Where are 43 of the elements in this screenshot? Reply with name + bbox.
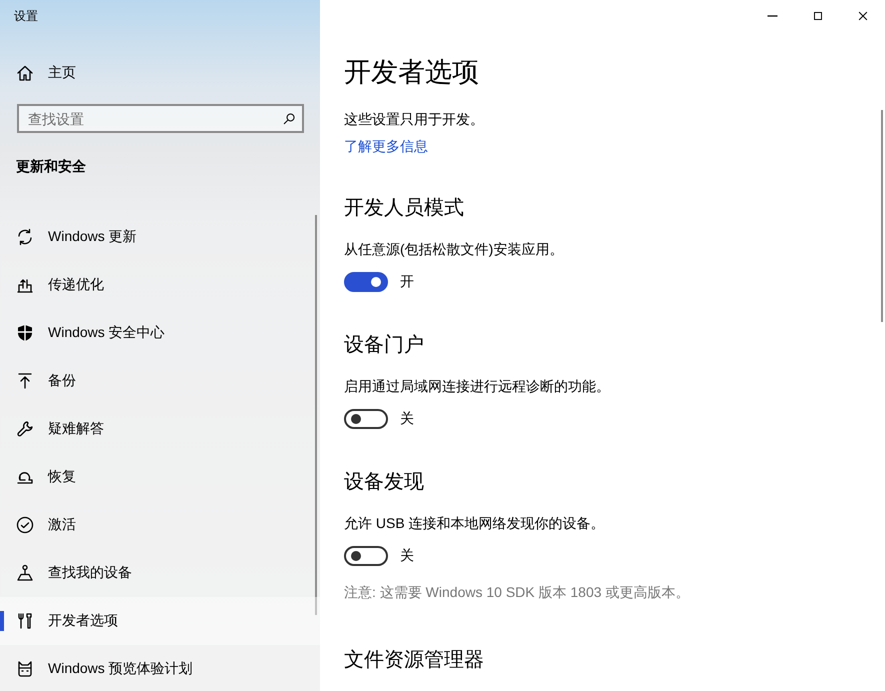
note-text: 注意: 这需要 Windows 10 SDK 版本 1803 或更高版本。 [344, 583, 690, 602]
minimize-icon [767, 15, 778, 17]
toggle-switch[interactable] [344, 409, 388, 429]
section-description: 允许 USB 连接和本地网络发现你的设备。 [344, 514, 606, 533]
nav-item[interactable]: 恢复 [0, 453, 320, 501]
search-field[interactable]: 查找设置 [17, 104, 304, 133]
section-heading: 设备发现 [344, 470, 425, 495]
section-heading: 设备门户 [344, 333, 425, 358]
nav-item[interactable]: Windows 更新 [0, 213, 320, 261]
wrench-icon [16, 420, 34, 438]
toggle-switch[interactable] [344, 546, 388, 566]
check-circle-icon [16, 516, 34, 534]
page-title: 开发者选项 [344, 56, 480, 89]
section-heading: 开发人员模式 [344, 196, 465, 221]
learn-more-link[interactable]: 了解更多信息 [344, 136, 428, 156]
toggle-state-label: 关 [400, 410, 414, 428]
person-pin-icon [16, 564, 34, 582]
nav-item[interactable]: 备份 [0, 357, 320, 405]
nav-item[interactable]: 疑难解答 [0, 405, 320, 453]
section-description: 从任意源(包括松散文件)安装应用。 [344, 240, 564, 259]
cat-face-icon [16, 660, 34, 678]
nav-item[interactable]: 激活 [0, 501, 320, 549]
nav-item[interactable]: 传递优化 [0, 261, 320, 309]
search-icon [282, 112, 296, 126]
nav-item[interactable]: 开发者选项 [0, 597, 320, 645]
section-heading: 文件资源管理器 [344, 648, 485, 673]
nav-item[interactable]: Windows 预览体验计划 [0, 645, 320, 691]
tools-icon [16, 612, 34, 630]
toggle-state-label: 开 [400, 273, 414, 291]
page-description: 这些设置只用于开发。 [344, 110, 485, 129]
home-icon [16, 64, 34, 82]
refresh-icon [16, 228, 34, 246]
selection-indicator [0, 611, 4, 631]
section-description: 启用通过局域网连接进行远程诊断的功能。 [344, 377, 611, 396]
toggle-state-label: 关 [400, 547, 414, 565]
toggle-switch[interactable] [344, 272, 388, 292]
home-nav-item[interactable]: 主页 [0, 49, 320, 97]
shield-icon [16, 324, 34, 342]
window-title: 设置 [14, 8, 38, 25]
nav-item[interactable]: Windows 安全中心 [0, 309, 320, 357]
up-arrow-icon [16, 372, 34, 390]
nav-item[interactable]: 查找我的设备 [0, 549, 320, 597]
section-heading: 更新和安全 [16, 157, 87, 176]
